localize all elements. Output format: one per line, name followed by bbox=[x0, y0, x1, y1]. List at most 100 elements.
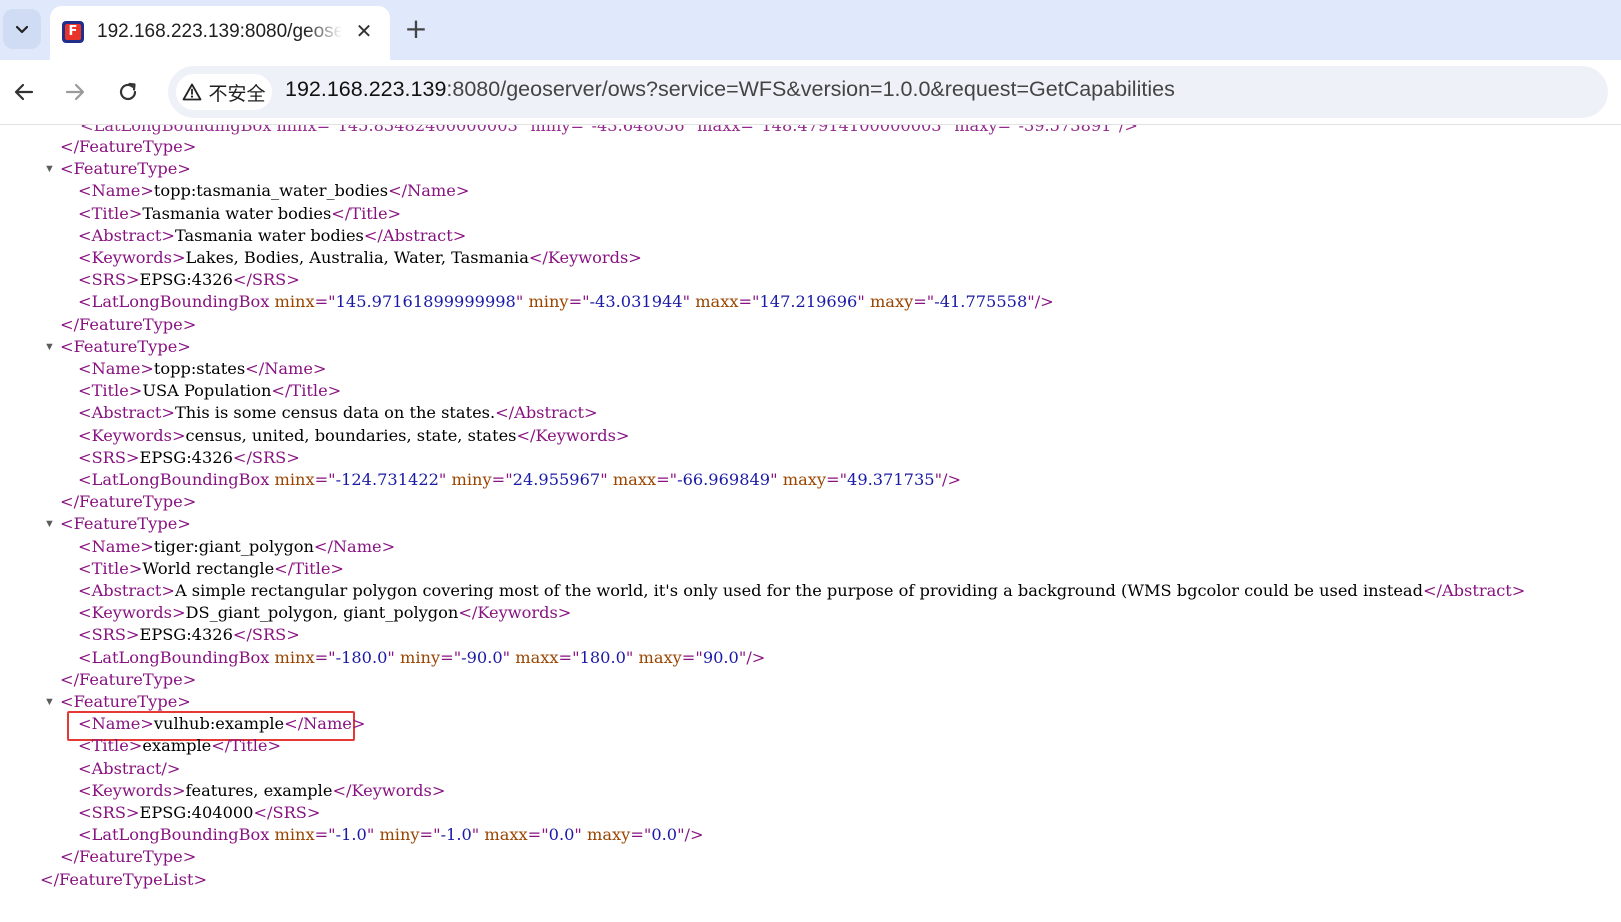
xml-attr-value: -180.0 bbox=[335, 647, 388, 667]
url-host: 192.168.223.139 bbox=[285, 77, 447, 101]
security-label: 不安全 bbox=[208, 83, 266, 105]
xml-line: <SRS>EPSG:4326</SRS> bbox=[78, 447, 300, 469]
xml-attr-name: minx bbox=[274, 292, 315, 312]
xml-attr-value: -66.969849 bbox=[677, 470, 771, 489]
xml-attr-quote: " bbox=[682, 292, 691, 312]
xml-attr-quote: " bbox=[471, 825, 480, 845]
xml-tag: </Keywords> bbox=[528, 248, 642, 267]
xml-tag: <FeatureType> bbox=[60, 514, 191, 534]
xml-tag: </Title> bbox=[331, 203, 402, 223]
xml-attr-quote: " bbox=[1027, 292, 1035, 312]
xml-line: </FeatureType> bbox=[60, 491, 196, 513]
collapse-toggle-icon[interactable]: ▼ bbox=[44, 341, 56, 353]
xml-text: census, united, boundaries, state, state… bbox=[185, 425, 517, 445]
xml-tag: <Name> bbox=[78, 359, 154, 378]
address-bar[interactable]: 不安全 192.168.223.139:8080/geoserver/ows?s… bbox=[168, 66, 1608, 118]
xml-attr-eq: =" bbox=[738, 292, 760, 312]
tab-strip: F 192.168.223.139:8080/geoserver/ows?ser… bbox=[0, 0, 1621, 60]
xml-line: <FeatureType> bbox=[60, 158, 191, 180]
xml-tag: /> bbox=[942, 470, 962, 489]
xml-attr-quote: " bbox=[366, 825, 375, 845]
xml-line: <LatLongBoundingBox minx="-180.0" miny="… bbox=[78, 647, 765, 669]
collapse-toggle-icon[interactable]: ▼ bbox=[44, 518, 56, 530]
xml-tag: </Abstract> bbox=[1422, 581, 1526, 600]
xml-line: <Title>example</Title> bbox=[78, 735, 281, 757]
xml-attr-quote: " bbox=[600, 470, 608, 489]
xml-line: <Name>tiger:giant_polygon</Name> bbox=[78, 536, 395, 558]
xml-attr-value: 145.97161899999998 bbox=[335, 292, 516, 312]
xml-attr-eq: =" bbox=[826, 470, 848, 489]
back-button[interactable] bbox=[6, 74, 42, 110]
collapse-toggle-icon[interactable]: ▼ bbox=[44, 696, 56, 708]
xml-attr-value: 180.0 bbox=[579, 647, 626, 667]
tab-close-button[interactable]: ✕ bbox=[352, 20, 376, 44]
xml-attr-quote: " bbox=[677, 825, 685, 845]
reload-button[interactable] bbox=[110, 74, 146, 110]
xml-tag: </Name> bbox=[388, 181, 470, 201]
xml-attr-eq: =" bbox=[314, 470, 336, 489]
xml-line: <Keywords>census, united, boundaries, st… bbox=[78, 425, 629, 447]
xml-tag: <Title> bbox=[78, 203, 143, 223]
xml-attr-name: miny bbox=[379, 825, 420, 845]
xml-tag: </SRS> bbox=[232, 625, 300, 645]
xml-tag: <FeatureType> bbox=[60, 159, 191, 179]
xml-line: <LatLongBoundingBox minx="-1.0" miny="-1… bbox=[78, 824, 704, 846]
xml-line: <LatLongBoundingBox minx="-124.731422" m… bbox=[78, 469, 961, 491]
xml-line: <Name>vulhub:example</Name> bbox=[78, 713, 365, 735]
xml-tag: <Name> bbox=[78, 536, 154, 556]
xml-line: <Title>USA Population</Title> bbox=[78, 380, 341, 402]
tab-search-button[interactable] bbox=[3, 9, 41, 49]
xml-attr-value: 0.0 bbox=[651, 825, 678, 845]
xml-tag: <Abstract> bbox=[78, 225, 175, 245]
xml-tag: <Title> bbox=[78, 736, 143, 756]
xml-attr-name: minx bbox=[274, 825, 315, 845]
xml-tag: </FeatureType> bbox=[60, 492, 197, 512]
xml-text: topp:states bbox=[153, 359, 246, 378]
xml-attr-value: 90.0 bbox=[702, 647, 739, 667]
site-info-button[interactable]: 不安全 bbox=[176, 74, 272, 110]
browser-toolbar: 不安全 192.168.223.139:8080/geoserver/ows?s… bbox=[0, 60, 1621, 125]
xml-text: vulhub:example bbox=[153, 714, 285, 734]
collapse-toggle-icon[interactable]: ▼ bbox=[44, 163, 56, 175]
xml-tag: </Title> bbox=[211, 736, 282, 756]
browser-tab-active[interactable]: F 192.168.223.139:8080/geoserver/ows?ser… bbox=[50, 6, 390, 60]
xml-tag: /> bbox=[1034, 292, 1054, 312]
xml-attr-value: -1.0 bbox=[335, 825, 367, 845]
reload-icon bbox=[119, 82, 137, 101]
xml-line: <Abstract>This is some census data on th… bbox=[78, 402, 598, 424]
xml-line: </FeatureType> bbox=[60, 136, 196, 158]
url-text[interactable]: 192.168.223.139:8080/geoserver/ows?servi… bbox=[285, 77, 1175, 102]
xml-tag: <SRS> bbox=[78, 803, 140, 822]
xml-tag: <Title> bbox=[78, 381, 143, 401]
xml-tag: </Name> bbox=[245, 359, 327, 378]
xml-line: <SRS>EPSG:4326</SRS> bbox=[78, 624, 300, 646]
xml-attr-value: -41.775558 bbox=[934, 292, 1028, 312]
xml-attr-quote: " bbox=[625, 647, 634, 667]
xml-tag: <LatLongBoundingBox bbox=[78, 470, 270, 489]
xml-attr-name: miny bbox=[528, 292, 569, 312]
xml-tag: </Title> bbox=[274, 558, 344, 578]
xml-attr-quote: " bbox=[502, 647, 511, 667]
xml-tag: </Keywords> bbox=[332, 780, 446, 800]
back-arrow-icon bbox=[14, 83, 34, 101]
xml-attr-quote: " bbox=[857, 292, 865, 312]
xml-text: Lakes, Bodies, Australia, Water, Tasmani… bbox=[185, 248, 529, 267]
tab-title: 192.168.223.139:8080/geoserver/ows?servi… bbox=[97, 21, 342, 42]
xml-attr-name: miny bbox=[400, 647, 441, 667]
forward-button[interactable] bbox=[57, 74, 93, 110]
xml-attr-eq: =" bbox=[491, 470, 513, 489]
xml-attr-name: maxx bbox=[612, 470, 657, 489]
new-tab-button[interactable]: + bbox=[401, 14, 431, 44]
xml-attr-quote: " bbox=[934, 470, 943, 489]
xml-tag: </FeatureType> bbox=[60, 314, 197, 334]
xml-tag: </Abstract> bbox=[363, 225, 467, 245]
xml-attr-name: maxy bbox=[869, 292, 914, 312]
xml-line: <FeatureType> bbox=[60, 691, 191, 713]
xml-tag: <Title> bbox=[78, 558, 143, 578]
forward-arrow-icon bbox=[65, 83, 85, 101]
xml-attr-eq: =" bbox=[419, 825, 441, 845]
xml-text: Tasmania water bodies bbox=[142, 203, 332, 223]
xml-line: <LatLongBoundingBox minx="145.9716189999… bbox=[78, 291, 1054, 313]
xml-attr-value: 147.219696 bbox=[759, 292, 858, 312]
xml-tag: <Abstract/> bbox=[78, 758, 181, 778]
